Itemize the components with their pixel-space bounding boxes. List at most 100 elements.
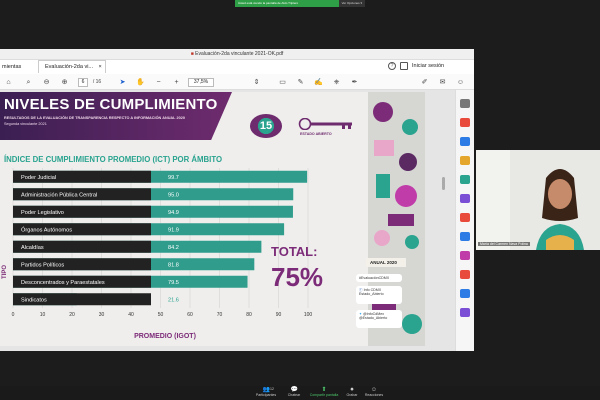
x-tick-label: 90: [276, 312, 282, 318]
x-tick-label: 60: [187, 312, 193, 318]
value-label: 79.5: [168, 280, 179, 286]
facebook-handle-1: Info CDMX: [363, 288, 382, 292]
x-tick-label: 40: [128, 312, 134, 318]
category-label: Sindicatos: [21, 297, 47, 303]
window-title-text: Evaluación-2da vinculante 2021-OK.pdf: [195, 51, 284, 57]
category-label: Órganos Autónomos: [21, 226, 72, 233]
account-icon[interactable]: ☺: [456, 78, 465, 87]
help-icon[interactable]: ?: [388, 62, 396, 70]
x-axis-label: PROMEDIO (IGOT): [134, 333, 196, 340]
value-label: 99.7: [168, 175, 179, 181]
category-label: Alcaldías: [21, 245, 44, 251]
participant-name: María del Carmen Nava Polina: [478, 242, 530, 246]
slide-title: NIVELES DE CUMPLIMIENTO: [4, 96, 218, 113]
highlight-icon[interactable]: ✍: [314, 78, 323, 87]
category-label: Desconcentrados y Paraestatales: [21, 280, 105, 286]
redact-icon[interactable]: [460, 213, 470, 222]
value-label: 81.8: [168, 262, 179, 268]
twitter-handle-1: @InfoCdMex: [363, 312, 385, 316]
slide-subtitle-2: Segunda vinculante 2021: [4, 122, 47, 126]
hashtag-box: #EvaluaciónCDMX: [356, 274, 402, 282]
value-label: 91.9: [168, 227, 179, 233]
stamp-icon[interactable]: ⎈: [332, 78, 341, 87]
pdf-page: NIVELES DE CUMPLIMIENTO RESULTADOS DE LA…: [0, 92, 425, 346]
slide-subtitle: RESULTADOS DE LA EVALUACIÓN DE TRANSPARE…: [4, 116, 185, 120]
x-tick-label: 30: [99, 312, 105, 318]
close-icon[interactable]: ×: [99, 64, 102, 70]
anniversary-logo: 15: [250, 114, 282, 138]
zoom-level-select[interactable]: 37,5%: [188, 78, 214, 87]
chart-bars: Poder Judicial 99.7 Administración Pública…: [13, 170, 308, 306]
fill-sign-tool-icon[interactable]: [460, 251, 470, 260]
toolbar: ⌂ ⌕ ⊖ ⊕ 6 / 16 ➤ ✋ − + 37,5% ⇕ ▭ ✎ ✍ ⎈ ✒…: [0, 74, 474, 90]
meeting-controls: 👥 Participantes 12 💬 Chatear ⬆ Compartir…: [0, 386, 600, 400]
comment-icon[interactable]: ▭: [278, 78, 287, 87]
zoom-tool-icon[interactable]: [460, 99, 470, 108]
key-logo-icon: [298, 118, 352, 130]
total-label: TOTAL:: [271, 244, 318, 259]
reactions-button[interactable]: ☺ Reacciones: [356, 386, 392, 400]
email-icon[interactable]: ✉: [438, 78, 447, 87]
combine-files-icon[interactable]: [460, 175, 470, 184]
page-up-icon[interactable]: ⊖: [42, 78, 51, 87]
search-icon[interactable]: ⌕: [24, 78, 33, 87]
category-label: Poder Legislativo: [21, 210, 64, 216]
value-label: 21.6: [168, 297, 179, 303]
edit-pdf-icon[interactable]: [460, 137, 470, 146]
compress-icon[interactable]: [460, 289, 470, 298]
more-tools-icon[interactable]: [460, 308, 470, 317]
chart-title: ÍNDICE DE CUMPLIMIENTO PROMEDIO (ICT) PO…: [4, 155, 223, 164]
value-label: 95.0: [168, 192, 179, 198]
comment-tool-icon[interactable]: [460, 156, 470, 165]
chat-label: Chatear: [287, 393, 301, 397]
sign-icon[interactable]: ✒: [350, 78, 359, 87]
person-image: [476, 150, 600, 250]
zoom-share-bar: Usted está viendo la pantalla de Aldo Tr…: [235, 0, 365, 7]
x-tick-label: 100: [304, 312, 313, 318]
notifications-icon[interactable]: [400, 62, 408, 70]
zoom-out-icon[interactable]: −: [154, 78, 163, 87]
anual-badge: ANUAL 2020: [366, 258, 406, 267]
select-tool-icon[interactable]: ➤: [118, 78, 127, 87]
tab-document[interactable]: Evaluación-2da vi... ×: [38, 60, 106, 73]
x-tick-label: 20: [69, 312, 75, 318]
share-status: Usted está viendo la pantalla de Aldo Tr…: [235, 0, 339, 7]
tab-document-label: Evaluación-2da vi...: [45, 64, 93, 70]
page-number-input[interactable]: 6: [78, 78, 88, 87]
zoom-in-icon[interactable]: +: [172, 78, 181, 87]
facebook-box: ⓕ Info CDMX Estado_Abierto: [356, 286, 402, 304]
twitter-handle-2: @Estado_Abierto: [359, 316, 388, 321]
x-tick-labels: 0 10 20 30 40 50 60 70 80 90 100: [12, 312, 313, 318]
fill-sign-icon[interactable]: ✐: [420, 78, 429, 87]
hand-tool-icon[interactable]: ✋: [136, 78, 145, 87]
fit-page-icon[interactable]: ⇕: [252, 78, 261, 87]
category-label: Poder Judicial: [21, 175, 56, 181]
decorative-collage: [368, 92, 425, 346]
x-tick-label: 0: [12, 312, 15, 318]
window-title: ■ Evaluación-2da vinculante 2021-OK.pdf: [0, 51, 474, 57]
export-pdf-icon[interactable]: [460, 118, 470, 127]
tab-tools[interactable]: mientas: [0, 61, 38, 73]
value-label: 94.9: [168, 210, 179, 216]
scrollbar[interactable]: [442, 177, 445, 190]
x-tick-label: 80: [246, 312, 252, 318]
y-axis-label: TIPO: [2, 265, 8, 279]
pen-icon[interactable]: ✎: [296, 78, 305, 87]
page-down-icon[interactable]: ⊕: [60, 78, 69, 87]
organize-pages-icon[interactable]: [460, 194, 470, 203]
protect-icon[interactable]: [460, 232, 470, 241]
x-tick-label: 70: [217, 312, 223, 318]
home-icon[interactable]: ⌂: [4, 78, 13, 87]
total-value: 75%: [271, 262, 324, 292]
x-tick-label: 50: [158, 312, 164, 318]
category-label: Partidos Políticos: [21, 262, 64, 268]
x-tick-label: 10: [40, 312, 46, 318]
send-icon[interactable]: [460, 270, 470, 279]
participant-video[interactable]: María del Carmen Nava Polina: [476, 150, 600, 250]
page-total: / 16: [92, 79, 102, 85]
estado-abierto-text: ESTADO ABIERTO: [300, 132, 332, 136]
view-options-button[interactable]: Ver Opciones ▾: [338, 0, 365, 7]
pdf-icon: ■: [190, 51, 194, 57]
sign-in-link[interactable]: Iniciar sesión: [412, 63, 444, 69]
twitter-box: ✦ @InfoCdMex @Estado_Abierto: [356, 310, 402, 328]
